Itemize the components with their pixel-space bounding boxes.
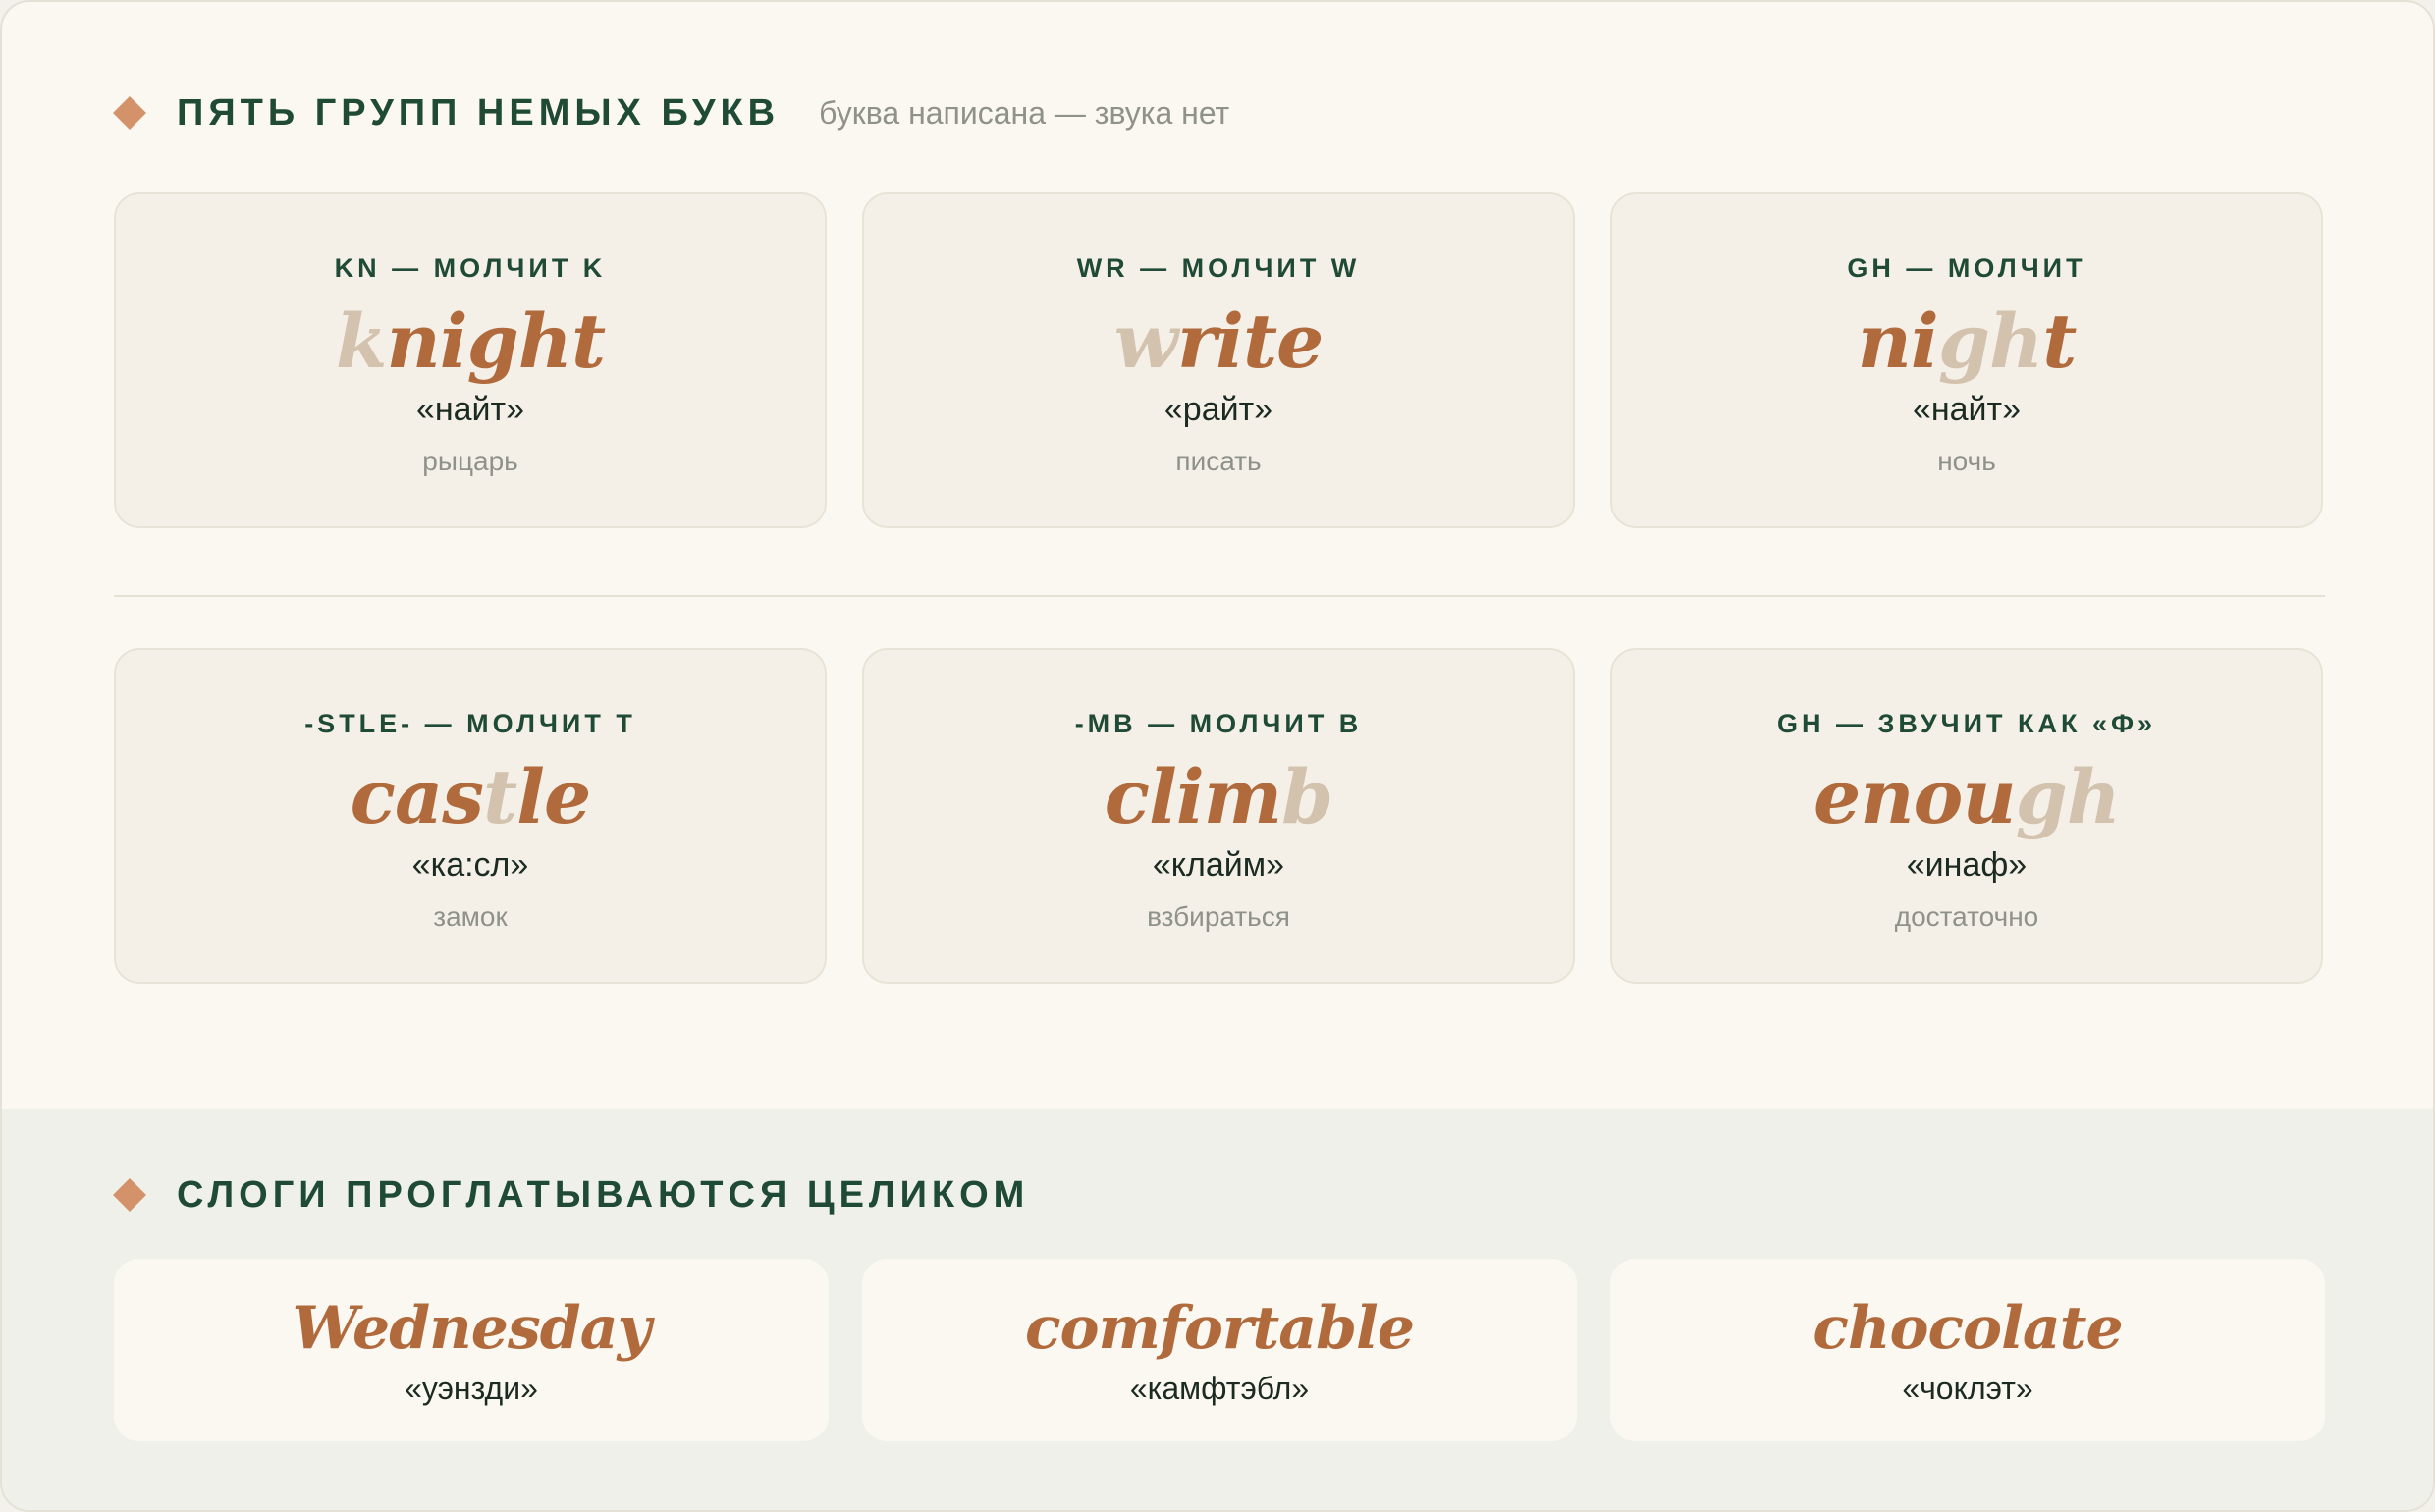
- spoken-letters: cas: [350, 753, 484, 840]
- card-pronunciation: «клайм»: [1152, 846, 1285, 884]
- card-pronunciation: «уэнзди»: [405, 1371, 538, 1406]
- spoken-letters: clim: [1104, 753, 1282, 840]
- silent-letters: gh: [2015, 753, 2121, 840]
- syllable-card-chocolate: chocolate «чоклэт»: [1610, 1259, 2325, 1441]
- section-subtitle: буква написана — звука нет: [819, 94, 1230, 131]
- word-card-castle: -STLE- — МОЛЧИТ T castle «ка:сл» замок: [114, 648, 827, 984]
- card-word: night: [1612, 293, 2321, 391]
- card-translation: ночь: [1937, 446, 1996, 476]
- word-card-enough: GH — ЗВУЧИТ КАК «Ф» enough «инаф» достат…: [1610, 648, 2323, 984]
- card-rule-label: -MB — МОЛЧИТ B: [1074, 709, 1363, 738]
- spoken-letters: le: [516, 753, 591, 840]
- row-divider: [114, 595, 2325, 597]
- spoken-letters: t: [2042, 297, 2077, 385]
- word-card-write: WR — МОЛЧИТ W write «райт» писать: [862, 192, 1575, 528]
- card-pronunciation: «чоклэт»: [1902, 1371, 2033, 1406]
- diamond-bullet-icon: [113, 96, 146, 130]
- card-translation: рыцарь: [422, 446, 518, 476]
- spoken-letters: night: [386, 297, 607, 385]
- card-word: comfortable: [1025, 1294, 1415, 1363]
- syllable-card-comfortable: comfortable «камфтэбл»: [862, 1259, 1577, 1441]
- silent-letters: w: [1113, 297, 1178, 385]
- section-header-silent-letters: ПЯТЬ ГРУПП НЕМЫХ БУКВ буква написана — з…: [113, 88, 1230, 137]
- card-pronunciation: «ка:сл»: [411, 846, 529, 884]
- card-word: write: [864, 293, 1573, 391]
- card-pronunciation: «найт»: [1912, 391, 2022, 428]
- card-word: castle: [116, 748, 825, 846]
- card-translation: достаточно: [1894, 901, 2039, 932]
- syllable-card-wednesday: Wednesday «уэнзди»: [114, 1259, 829, 1441]
- card-pronunciation: «райт»: [1163, 391, 1273, 428]
- card-word: Wednesday: [292, 1294, 652, 1363]
- card-rule-label: -STLE- — МОЛЧИТ T: [304, 709, 636, 738]
- card-rule-label: GH — ЗВУЧИТ КАК «Ф»: [1776, 709, 2157, 738]
- silent-letters: b: [1281, 753, 1333, 840]
- card-rule-label: GH — МОЛЧИТ: [1847, 253, 2086, 283]
- diamond-bullet-icon: [113, 1178, 146, 1212]
- card-pronunciation: «найт»: [415, 391, 525, 428]
- section-title: ПЯТЬ ГРУПП НЕМЫХ БУКВ: [177, 91, 781, 134]
- card-word: chocolate: [1813, 1294, 2123, 1363]
- card-word: knight: [116, 293, 825, 391]
- word-card-knight: KN — МОЛЧИТ K knight «найт» рыцарь: [114, 192, 827, 528]
- word-card-climb: -MB — МОЛЧИТ B climb «клайм» взбираться: [862, 648, 1575, 984]
- section-header-swallowed-syllables: СЛОГИ ПРОГЛАТЫВАЮТСЯ ЦЕЛИКОМ: [113, 1170, 1030, 1219]
- card-rule-label: WR — МОЛЧИТ W: [1076, 253, 1361, 283]
- word-card-night: GH — МОЛЧИТ night «найт» ночь: [1610, 192, 2323, 528]
- section-title: СЛОГИ ПРОГЛАТЫВАЮТСЯ ЦЕЛИКОМ: [177, 1173, 1030, 1215]
- silent-letters: gh: [1937, 297, 2043, 385]
- card-word: climb: [864, 748, 1573, 846]
- lesson-panel: ПЯТЬ ГРУПП НЕМЫХ БУКВ буква написана — з…: [0, 0, 2435, 1512]
- silent-letters: t: [482, 753, 517, 840]
- card-pronunciation: «инаф»: [1906, 846, 2028, 884]
- card-translation: писать: [1175, 446, 1262, 476]
- spoken-letters: enou: [1813, 753, 2017, 840]
- silent-letters: k: [335, 297, 388, 385]
- spoken-letters: rite: [1177, 297, 1324, 385]
- card-translation: взбираться: [1147, 901, 1290, 932]
- card-translation: замок: [433, 901, 508, 932]
- card-rule-label: KN — МОЛЧИТ K: [334, 253, 607, 283]
- card-word: enough: [1612, 748, 2321, 846]
- card-pronunciation: «камфтэбл»: [1129, 1371, 1310, 1406]
- spoken-letters: ni: [1857, 297, 1939, 385]
